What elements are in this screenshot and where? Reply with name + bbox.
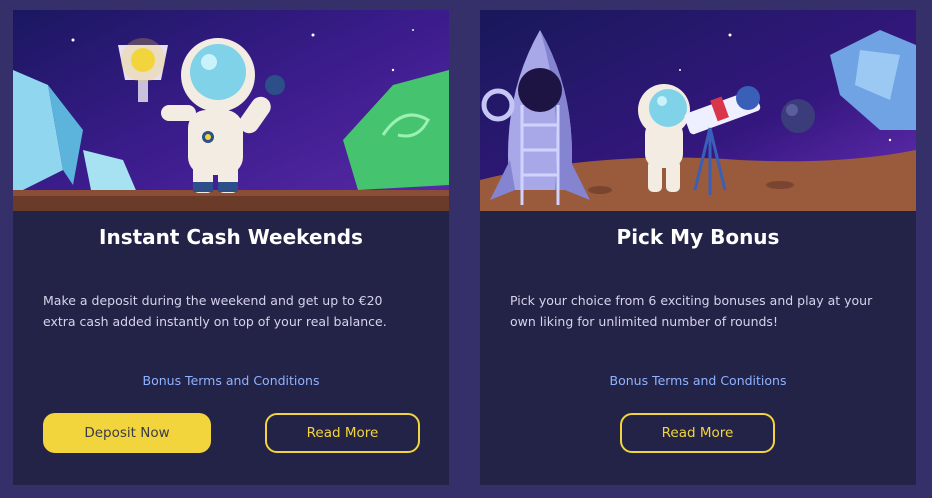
- card-title: Instant Cash Weekends: [99, 225, 363, 249]
- bonus-terms-link[interactable]: Bonus Terms and Conditions: [13, 373, 449, 388]
- deposit-now-button[interactable]: Deposit Now: [43, 413, 211, 453]
- bonus-terms-link[interactable]: Bonus Terms and Conditions: [480, 373, 916, 388]
- card-title: Pick My Bonus: [616, 225, 780, 249]
- astronaut-rocket-telescope-illustration: [480, 10, 916, 211]
- read-more-button[interactable]: Read More: [265, 413, 420, 453]
- read-more-button[interactable]: Read More: [620, 413, 775, 453]
- astronaut-trophy-illustration: [13, 10, 449, 211]
- card-description: Pick your choice from 6 exciting bonuses…: [510, 293, 873, 329]
- promo-card-instant-cash: Instant Cash Weekends Make a deposit dur…: [13, 10, 449, 485]
- card-description: Make a deposit during the weekend and ge…: [43, 293, 387, 329]
- promo-card-pick-my-bonus: Pick My Bonus Pick your choice from 6 ex…: [480, 10, 916, 485]
